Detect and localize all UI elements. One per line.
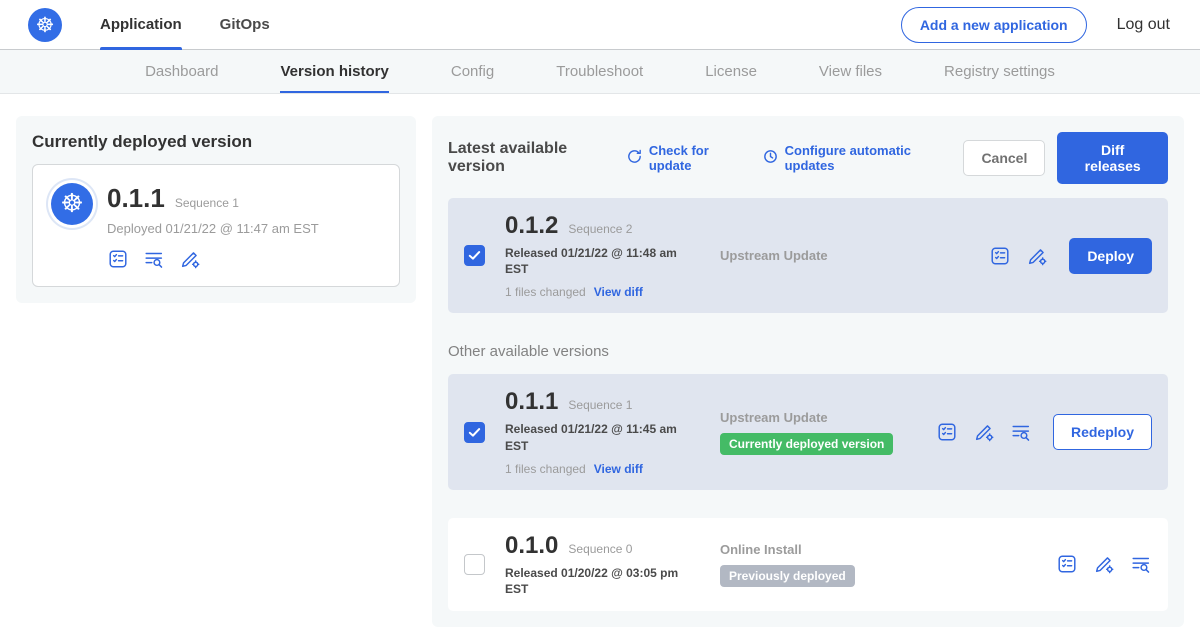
check-for-update-link[interactable]: Check for update: [626, 143, 742, 173]
version-checkbox[interactable]: [464, 554, 485, 575]
app-icon: ☸: [51, 183, 93, 225]
subnav-item-config[interactable]: Config: [451, 50, 494, 93]
release-notes-icon[interactable]: [1056, 553, 1078, 575]
deployed-sequence-label: Sequence 1: [175, 196, 239, 210]
subnav-label: Version history: [280, 63, 388, 80]
subnav-label: Config: [451, 63, 494, 80]
refresh-icon: [626, 148, 643, 168]
subnav-item-dashboard[interactable]: Dashboard: [145, 50, 218, 93]
version-row: 0.1.1 Sequence 1 Released 01/21/22 @ 11:…: [448, 374, 1168, 489]
previously-deployed-badge: Previously deployed: [720, 565, 855, 587]
deployed-timestamp: Deployed 01/21/22 @ 11:47 am EST: [107, 221, 319, 236]
top-navbar: ☸ Application GitOps Add a new applicati…: [0, 0, 1200, 50]
latest-available-title: Latest available version: [448, 140, 610, 176]
version-row: 0.1.0 Sequence 0 Released 01/20/22 @ 03:…: [448, 518, 1168, 611]
view-diff-link[interactable]: View diff: [594, 462, 643, 476]
configure-automatic-updates-label: Configure automatic updates: [785, 143, 944, 173]
subnav-item-view-files[interactable]: View files: [819, 50, 882, 93]
release-notes-icon[interactable]: [936, 421, 958, 443]
subnav-item-registry-settings[interactable]: Registry settings: [944, 50, 1055, 93]
view-diff-link[interactable]: View diff: [594, 285, 643, 299]
released-timestamp: Released 01/21/22 @ 11:48 am EST: [505, 245, 687, 277]
version-source: Upstream Update: [720, 410, 936, 425]
config-icon[interactable]: [1026, 245, 1048, 267]
currently-deployed-panel: Currently deployed version ☸ 0.1.1 Seque…: [16, 116, 416, 303]
nav-tab-gitops[interactable]: GitOps: [220, 0, 270, 50]
version-checkbox[interactable]: [464, 245, 485, 266]
subnav-item-license[interactable]: License: [705, 50, 757, 93]
other-available-versions-title: Other available versions: [448, 343, 1168, 360]
configure-automatic-updates-link[interactable]: Configure automatic updates: [762, 143, 944, 173]
nav-tab-application-label: Application: [100, 16, 182, 33]
sequence-label: Sequence 1: [568, 398, 632, 412]
released-timestamp: Released 01/20/22 @ 03:05 pm EST: [505, 565, 687, 597]
check-for-update-label: Check for update: [649, 143, 742, 173]
deploy-button[interactable]: Deploy: [1069, 238, 1152, 274]
sequence-label: Sequence 0: [568, 542, 632, 556]
cancel-button[interactable]: Cancel: [963, 140, 1045, 176]
released-timestamp: Released 01/21/22 @ 11:45 am EST: [505, 421, 687, 453]
clock-icon: [762, 148, 779, 168]
subnav-item-version-history[interactable]: Version history: [280, 50, 388, 93]
version-number: 0.1.1: [505, 388, 558, 416]
deployed-version-number: 0.1.1: [107, 183, 165, 214]
config-icon[interactable]: [973, 421, 995, 443]
nav-tab-application[interactable]: Application: [100, 0, 182, 50]
diff-releases-button[interactable]: Diff releases: [1057, 132, 1168, 184]
currently-deployed-title: Currently deployed version: [32, 132, 400, 152]
release-notes-icon[interactable]: [989, 245, 1011, 267]
release-notes-icon[interactable]: [107, 248, 129, 270]
version-number: 0.1.0: [505, 532, 558, 560]
currently-deployed-badge: Currently deployed version: [720, 433, 893, 455]
deployed-version-card: ☸ 0.1.1 Sequence 1 Deployed 01/21/22 @ 1…: [32, 164, 400, 287]
redeploy-button[interactable]: Redeploy: [1053, 414, 1152, 450]
logout-link[interactable]: Log out: [1117, 16, 1170, 34]
config-icon[interactable]: [1093, 553, 1115, 575]
version-row: 0.1.2 Sequence 2 Released 01/21/22 @ 11:…: [448, 198, 1168, 313]
main-content: Currently deployed version ☸ 0.1.1 Seque…: [0, 94, 1200, 627]
version-number: 0.1.2: [505, 212, 558, 240]
files-changed-label: 1 files changed: [505, 285, 586, 299]
deploy-logs-icon[interactable]: [143, 248, 165, 270]
deploy-logs-icon[interactable]: [1130, 553, 1152, 575]
versions-header: Latest available version Check for updat…: [448, 132, 1168, 184]
app-subnav: Dashboard Version history Config Trouble…: [0, 50, 1200, 94]
subnav-label: License: [705, 63, 757, 80]
subnav-label: Troubleshoot: [556, 63, 643, 80]
subnav-label: Dashboard: [145, 63, 218, 80]
subnav-item-troubleshoot[interactable]: Troubleshoot: [556, 50, 643, 93]
version-source: Upstream Update: [720, 248, 989, 263]
add-new-application-button[interactable]: Add a new application: [901, 7, 1087, 43]
subnav-label: View files: [819, 63, 882, 80]
version-history-panel: Latest available version Check for updat…: [432, 116, 1184, 627]
deploy-logs-icon[interactable]: [1010, 421, 1032, 443]
sequence-label: Sequence 2: [568, 222, 632, 236]
config-icon[interactable]: [179, 248, 201, 270]
kubernetes-logo-icon: ☸: [28, 8, 62, 42]
subnav-label: Registry settings: [944, 63, 1055, 80]
version-checkbox[interactable]: [464, 422, 485, 443]
version-source: Online Install: [720, 542, 1056, 557]
nav-tab-gitops-label: GitOps: [220, 16, 270, 33]
files-changed-label: 1 files changed: [505, 462, 586, 476]
